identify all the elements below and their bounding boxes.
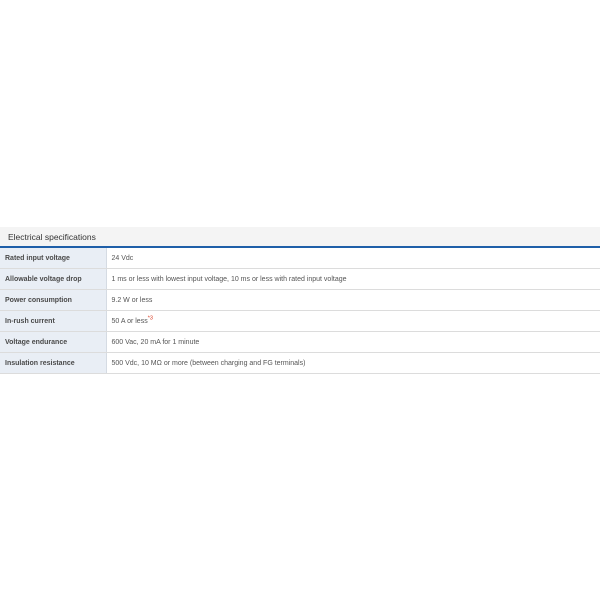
spec-label: Power consumption xyxy=(0,289,107,311)
spec-value-text: 9.2 W or less xyxy=(111,296,153,304)
table-row: Rated input voltage 24 Vdc xyxy=(0,248,600,269)
spec-value: 500 Vdc, 10 MΩ or more (between charging… xyxy=(106,352,600,374)
spec-label: Allowable voltage drop xyxy=(0,268,107,290)
section-title: Electrical specifications xyxy=(0,227,600,248)
table-row: Power consumption 9.2 W or less xyxy=(0,289,600,311)
spec-table: Rated input voltage 24 Vdc Allowable vol… xyxy=(0,248,600,374)
spec-label: In-rush current xyxy=(0,310,107,332)
spec-value-text: 600 Vac, 20 mA for 1 minute xyxy=(111,338,200,346)
spec-value: 1 ms or less with lowest input voltage, … xyxy=(106,268,600,290)
table-row: Insulation resistance 500 Vdc, 10 MΩ or … xyxy=(0,352,600,374)
spec-value-text: 500 Vdc, 10 MΩ or more (between charging… xyxy=(111,359,306,367)
spec-value-text: 24 Vdc xyxy=(111,254,134,262)
spec-label: Voltage endurance xyxy=(0,331,107,353)
spec-label: Rated input voltage xyxy=(0,248,107,269)
electrical-specifications-panel: Electrical specifications Rated input vo… xyxy=(0,227,600,374)
table-row: Allowable voltage drop 1 ms or less with… xyxy=(0,268,600,290)
spec-value: 600 Vac, 20 mA for 1 minute xyxy=(106,331,600,353)
spec-value: 9.2 W or less xyxy=(106,289,600,311)
spec-value-text: 50 A or less xyxy=(111,317,148,325)
spec-value: 50 A or less*3 xyxy=(106,310,600,332)
spec-label: Insulation resistance xyxy=(0,352,107,374)
table-row: In-rush current 50 A or less*3 xyxy=(0,310,600,332)
spec-value: 24 Vdc xyxy=(106,248,600,269)
table-row: Voltage endurance 600 Vac, 20 mA for 1 m… xyxy=(0,331,600,353)
spec-value-text: 1 ms or less with lowest input voltage, … xyxy=(111,275,347,283)
footnote-reference[interactable]: *3 xyxy=(148,315,153,321)
